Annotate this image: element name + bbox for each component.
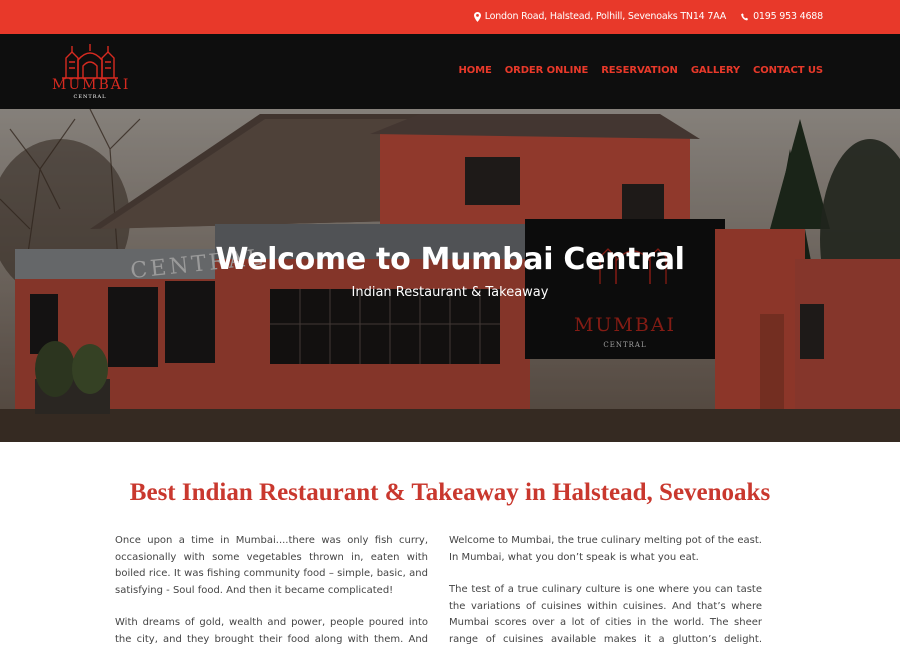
intro-paragraph: Once upon a time in Mumbai....there was … [115, 535, 428, 596]
contact-info: London Road, Halstead, Polhill, Sevenoak… [473, 11, 823, 22]
hero-subtitle: Indian Restaurant & Takeaway [351, 285, 549, 300]
brand-tagline: CENTRAL [73, 94, 107, 100]
nav-home[interactable]: HOME [458, 65, 491, 76]
nav-contact-us[interactable]: CONTACT US [753, 65, 823, 76]
intro-paragraph: The test of a true culinary culture is o… [449, 584, 762, 645]
map-marker-icon [473, 11, 481, 22]
address-item: London Road, Halstead, Polhill, Sevenoak… [473, 11, 727, 22]
address-text: London Road, Halstead, Polhill, Sevenoak… [484, 11, 727, 22]
phone-icon [741, 12, 749, 21]
main-nav: HOME ORDER ONLINE RESERVATION GALLERY CO… [458, 65, 823, 76]
top-info-bar: London Road, Halstead, Polhill, Sevenoak… [0, 0, 900, 34]
hero-banner: CENTRAL MUMBAI CENTRAL Welcome to Mumbai… [0, 109, 900, 442]
nav-gallery[interactable]: GALLERY [691, 65, 740, 76]
brand-name: MUMBAI [52, 77, 131, 93]
intro-paragraph: With dreams of gold, wealth and power, p… [115, 617, 428, 645]
phone-text[interactable]: 0195 953 4688 [753, 11, 823, 22]
gateway-logo-icon [62, 44, 118, 79]
intro-paragraph: Welcome to Mumbai, the true culinary mel… [449, 535, 762, 563]
nav-reservation[interactable]: RESERVATION [601, 65, 678, 76]
hero-title: Welcome to Mumbai Central [215, 242, 685, 277]
phone-item[interactable]: 0195 953 4688 [741, 11, 823, 22]
intro-right-column: Welcome to Mumbai, the true culinary mel… [449, 533, 762, 650]
site-header: MUMBAI CENTRAL HOME ORDER ONLINE RESERVA… [0, 34, 900, 109]
intro-left-column: Once upon a time in Mumbai....there was … [115, 533, 428, 650]
section-heading: Best Indian Restaurant & Takeaway in Hal… [129, 479, 771, 506]
nav-order-online[interactable]: ORDER ONLINE [505, 65, 589, 76]
